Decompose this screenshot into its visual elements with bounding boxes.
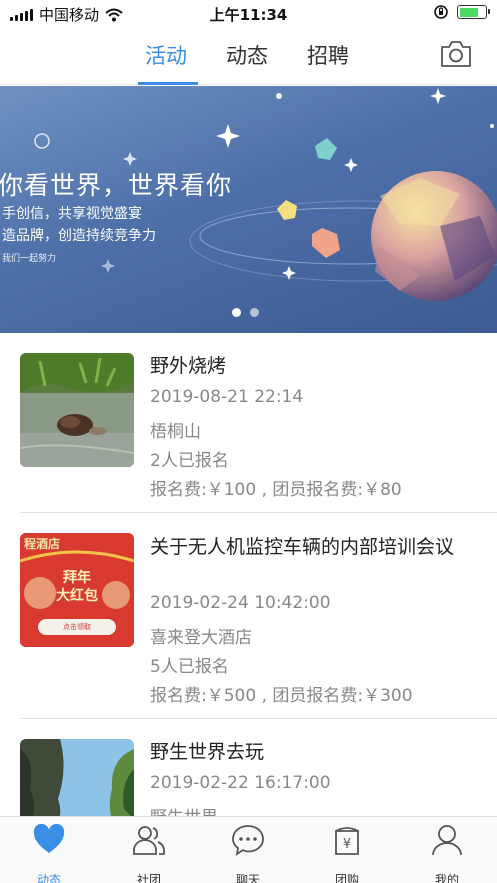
banner-subtitle-1: 手创信，共享视觉盛宴: [2, 206, 142, 222]
yen-bag-icon: ¥: [335, 827, 359, 855]
bottom-tab-clubs[interactable]: 社团: [114, 823, 184, 883]
banner-subtitle-2: 造品牌，创造持续竞争力: [2, 228, 156, 244]
thumb-hotel-text: 程酒店: [24, 537, 61, 551]
bottom-tab-label: 社团: [136, 873, 161, 883]
heart-icon: [33, 823, 65, 853]
banner-title: 你看世界，世界看你: [0, 171, 233, 200]
camera-icon[interactable]: [439, 40, 473, 68]
bottom-tab-label: 动态: [36, 873, 61, 883]
bottom-tab-moments[interactable]: 动态: [14, 823, 84, 883]
group-icon: [133, 826, 165, 855]
event-location: 野生世界: [150, 803, 218, 817]
event-location: 梧桐山: [150, 422, 201, 442]
thumb-line1: 拜年: [63, 570, 91, 586]
event-title: 野生世界去玩: [150, 741, 265, 763]
bottom-tab-profile[interactable]: 我的: [412, 823, 482, 883]
bottom-tab-groupbuy[interactable]: ¥ 团购: [312, 823, 382, 883]
event-fee: 报名费:￥500 , 团员报名费:￥300: [150, 686, 413, 706]
event-thumbnail: [20, 353, 134, 467]
person-icon: [432, 825, 462, 856]
thumb-button-text: 点击领取: [63, 623, 91, 631]
event-fee: 报名费:￥100 , 团员报名费:￥80: [150, 480, 402, 500]
carousel-dot-2[interactable]: [250, 308, 259, 317]
banner-carousel[interactable]: 你看世界，世界看你 手创信，共享视觉盛宴 造品牌，创造持续竞争力 我们一起努力: [0, 86, 497, 333]
thumb-line2: 大红包: [56, 588, 98, 604]
bottom-tab-bar: 动态 社团 聊天 ¥ 团购 我的: [0, 816, 497, 883]
orientation-lock-icon: [434, 5, 448, 19]
event-location: 喜来登大酒店: [150, 628, 252, 648]
event-thumbnail: 程酒店 拜年 大红包 点击领取: [20, 533, 134, 647]
item-divider: [20, 512, 497, 513]
top-nav: 活动 动态 招聘: [0, 28, 497, 85]
event-datetime: 2019-02-22 16:17:00: [150, 773, 331, 793]
status-time: 上午11:34: [209, 6, 288, 24]
chat-icon: [232, 825, 264, 856]
event-title: 关于无人机监控车辆的内部培训会议: [150, 536, 455, 558]
carousel-dot-1[interactable]: [232, 308, 241, 317]
event-title: 野外烧烤: [150, 355, 227, 377]
tab-recruitment[interactable]: 招聘: [307, 40, 349, 70]
bottom-tab-label: 团购: [334, 873, 359, 883]
event-signups: 5人已报名: [150, 657, 229, 677]
status-right: [433, 4, 490, 20]
bottom-tab-label: 聊天: [235, 873, 260, 883]
event-datetime: 2019-02-24 10:42:00: [150, 593, 331, 613]
tab-activities[interactable]: 活动: [145, 40, 187, 70]
item-divider: [20, 718, 497, 719]
battery-icon: [457, 5, 490, 19]
status-bar: 中国移动 上午11:34: [0, 0, 497, 28]
event-datetime: 2019-08-21 22:14: [150, 387, 304, 407]
banner-subtitle-3: 我们一起努力: [2, 254, 57, 264]
active-tab-indicator: [138, 82, 198, 85]
svg-text:¥: ¥: [343, 837, 351, 852]
carousel-pagination: [232, 308, 259, 317]
event-signups: 2人已报名: [150, 451, 229, 471]
bottom-tab-label: 我的: [434, 873, 459, 883]
bottom-tab-chat[interactable]: 聊天: [213, 823, 283, 883]
tab-moments[interactable]: 动态: [226, 40, 268, 70]
